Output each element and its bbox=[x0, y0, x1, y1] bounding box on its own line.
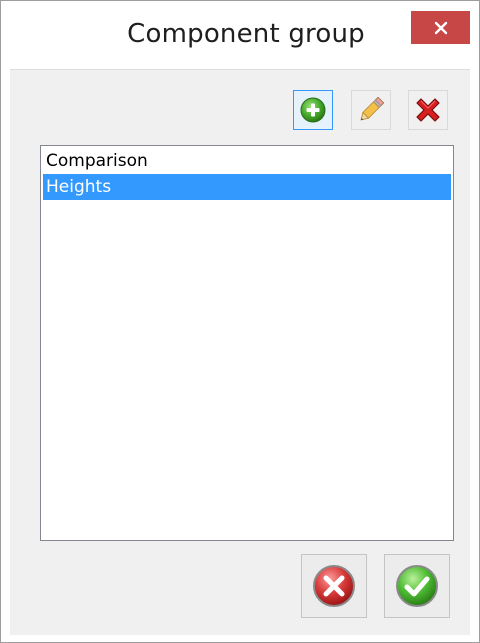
dialog-body: Comparison Heights bbox=[10, 69, 470, 635]
ok-button[interactable] bbox=[384, 554, 450, 618]
cancel-button[interactable] bbox=[301, 554, 367, 618]
list-item-comparison[interactable]: Comparison bbox=[43, 148, 451, 174]
close-button[interactable] bbox=[411, 11, 470, 44]
title-bar[interactable]: Component group bbox=[1, 1, 479, 69]
cancel-circle-icon bbox=[313, 565, 355, 607]
component-group-dialog: Component group Comparison Heights bbox=[0, 0, 480, 643]
window-title: Component group bbox=[127, 19, 365, 49]
add-group-button[interactable] bbox=[293, 90, 333, 130]
edit-group-button[interactable] bbox=[351, 90, 391, 130]
list-item-heights[interactable]: Heights bbox=[43, 174, 451, 200]
pencil-icon bbox=[360, 96, 385, 121]
delete-group-button[interactable] bbox=[408, 90, 448, 130]
add-circle-icon bbox=[300, 97, 326, 123]
ok-check-icon bbox=[396, 565, 438, 607]
group-list[interactable]: Comparison Heights bbox=[40, 145, 454, 541]
red-x-icon bbox=[416, 98, 440, 122]
close-icon bbox=[434, 21, 447, 34]
